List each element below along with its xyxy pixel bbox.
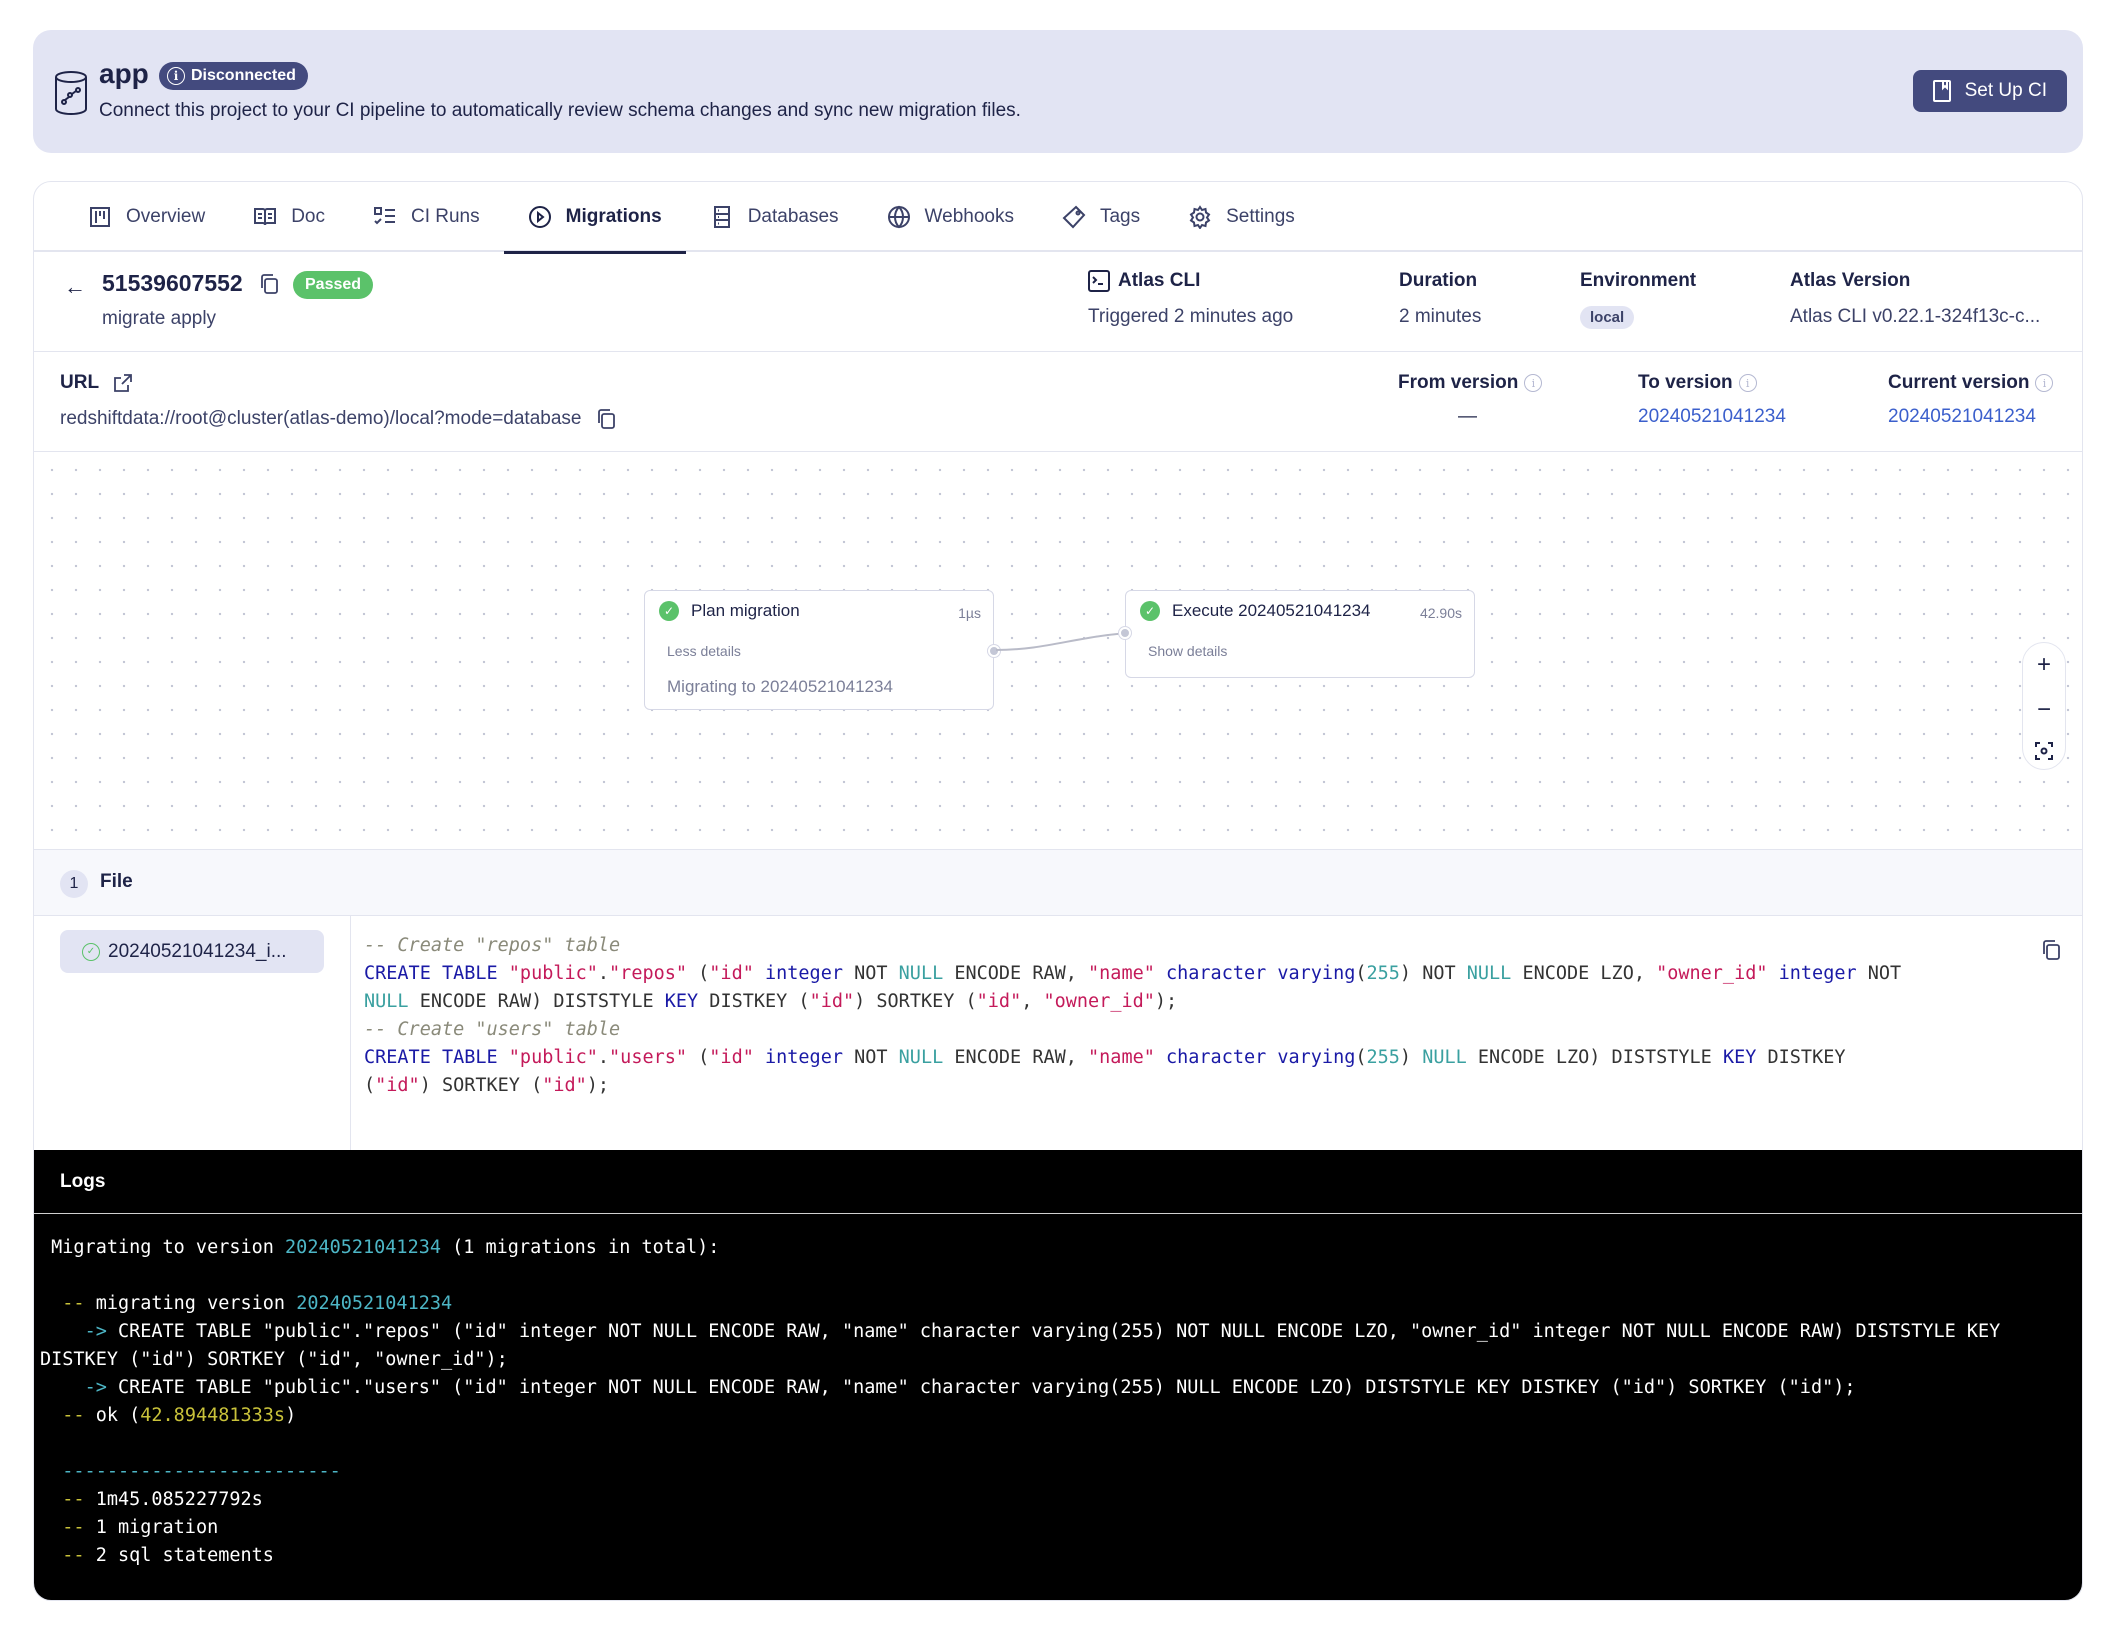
info-icon: i <box>2035 374 2054 392</box>
terminal-icon <box>1088 270 1110 292</box>
tab-databases[interactable]: Databases <box>686 182 863 252</box>
book-icon <box>254 208 277 226</box>
zoom-in-button[interactable]: + <box>2037 651 2051 679</box>
ci-banner: app i Disconnected Connect this project … <box>33 30 2083 153</box>
tag-icon <box>1062 205 1086 229</box>
project-name: app <box>99 58 149 89</box>
banner-description: Connect this project to your CI pipeline… <box>99 100 1021 121</box>
copy-icon[interactable] <box>260 274 278 294</box>
check-circle-icon: ✓ <box>1140 601 1160 621</box>
disconnected-badge: i Disconnected <box>159 62 308 90</box>
sql-code-viewer: -- Create "repos" table CREATE TABLE "pu… <box>364 935 1902 1096</box>
database-icon <box>55 71 87 115</box>
run-id: 51539607552 <box>102 270 243 296</box>
tab-migrations[interactable]: Migrations <box>503 182 686 254</box>
external-link-icon[interactable] <box>113 373 133 393</box>
copy-code-icon[interactable] <box>2042 940 2060 960</box>
set-up-ci-button[interactable]: Set Up CI <box>1912 70 2067 112</box>
url-value: redshiftdata://root@cluster(atlas-demo)/… <box>60 408 616 430</box>
zoom-controls: + − <box>2022 642 2066 770</box>
show-details-link[interactable]: Show details <box>1148 643 1227 659</box>
less-details-link[interactable]: Less details <box>667 643 741 659</box>
run-source: Atlas CLI Triggered 2 minutes ago <box>1088 270 1294 327</box>
flow-canvas[interactable]: ✓ Plan migration 1µs Less details Migrati… <box>34 452 2082 850</box>
checklist-icon <box>373 207 395 225</box>
url-row: URL redshiftdata://root@cluster(atlas-de… <box>34 352 2082 452</box>
run-environment: Environment local <box>1580 270 1696 329</box>
tab-webhooks[interactable]: Webhooks <box>863 182 1038 252</box>
tab-overview[interactable]: Overview <box>64 182 229 252</box>
to-version: To version i 20240521041234 <box>1638 372 1786 428</box>
info-icon: i <box>1738 374 1757 392</box>
tab-tags[interactable]: Tags <box>1038 182 1164 252</box>
current-version-link[interactable]: 20240521041234 <box>1888 406 2053 428</box>
file-count-badge: 1 <box>60 870 88 898</box>
badge-label: Disconnected <box>191 67 296 84</box>
tab-settings[interactable]: Settings <box>1164 182 1319 252</box>
info-icon: i <box>1524 374 1543 392</box>
target-handle[interactable] <box>1119 627 1131 639</box>
book-icon <box>1932 80 1951 102</box>
fit-view-icon[interactable] <box>2034 741 2054 761</box>
to-version-link[interactable]: 20240521041234 <box>1638 406 1786 428</box>
file-section-title: File <box>100 871 133 892</box>
play-circle-icon <box>528 206 551 228</box>
tab-ci-runs[interactable]: CI Runs <box>349 182 504 252</box>
execute-node[interactable]: ✓ Execute 20240521041234 42.90s Show deta… <box>1119 590 1475 678</box>
logs-panel: Logs Migrating to version 20240521041234… <box>34 1150 2082 1600</box>
back-arrow-icon[interactable]: ← <box>64 274 86 300</box>
info-icon: i <box>167 67 185 85</box>
file-list: ✓ 20240521041234_i... <box>34 916 351 1150</box>
globe-icon <box>887 205 910 229</box>
current-version: Current version i 20240521041234 <box>1888 372 2054 428</box>
logs-output: Migrating to version 20240521041234 (1 m… <box>40 1237 2001 1566</box>
check-circle-icon: ✓ <box>82 942 100 961</box>
tab-bar: Overview Doc CI Runs Migrations Database… <box>34 182 2082 254</box>
file-header: 1 File <box>34 850 2082 916</box>
copy-icon[interactable] <box>597 409 616 429</box>
run-atlas-version: Atlas Version Atlas CLI v0.22.1-324f13c-… <box>1790 270 2041 327</box>
set-up-ci-label: Set Up CI <box>1964 80 2047 101</box>
board-icon <box>90 207 110 227</box>
tab-doc[interactable]: Doc <box>229 182 349 252</box>
zoom-out-button[interactable]: − <box>2037 696 2051 724</box>
main-panel: Overview Doc CI Runs Migrations Database… <box>33 181 2083 1601</box>
from-version: From version i — <box>1398 372 1543 428</box>
file-item[interactable]: ✓ 20240521041234_i... <box>60 930 324 973</box>
run-header: ← 51539607552 Passed migrate apply Atlas… <box>34 252 2082 352</box>
url-label: URL <box>60 372 133 394</box>
check-circle-icon: ✓ <box>659 601 679 621</box>
gear-icon <box>1189 205 1211 229</box>
logs-title: Logs <box>34 1150 2082 1214</box>
environment-badge: local <box>1580 306 1635 329</box>
run-duration: Duration 2 minutes <box>1399 270 1482 327</box>
run-command: migrate apply <box>102 308 217 329</box>
server-icon <box>713 206 730 228</box>
plan-migration-node[interactable]: ✓ Plan migration 1µs Less details Migrati… <box>644 590 1000 710</box>
status-badge: Passed <box>293 271 374 299</box>
